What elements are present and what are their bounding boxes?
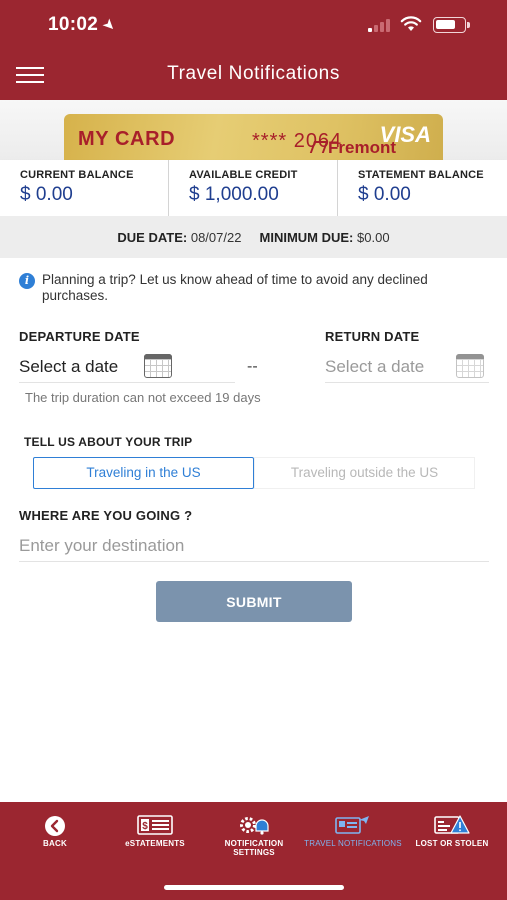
nav-estatements[interactable]: $ eSTATEMENTS [104, 802, 206, 872]
nav-estatements-label: eSTATEMENTS [125, 839, 185, 848]
battery-icon [433, 17, 470, 33]
due-date-label: DUE DATE: [117, 230, 188, 245]
info-text: Planning a trip? Let us know ahead of ti… [42, 272, 428, 303]
statement-balance: STATEMENT BALANCE $ 0.00 [337, 160, 507, 216]
departure-date-picker[interactable]: Select a date [19, 353, 235, 383]
trip-dates: DEPARTURE DATE RETURN DATE Select a date… [19, 329, 489, 409]
nav-travel-notifications[interactable]: TRAVEL NOTIFICATIONS [302, 802, 404, 872]
traveling-outside-us-option[interactable]: Traveling outside the US [254, 457, 475, 489]
calendar-icon[interactable] [456, 354, 484, 378]
status-time: 10:02➤ [48, 14, 120, 36]
due-date-value: 08/07/22 [190, 230, 242, 245]
travel-icon [335, 816, 369, 834]
destination-label: WHERE ARE YOU GOING ? [19, 508, 193, 523]
return-date-label: RETURN DATE [325, 329, 420, 344]
notification-settings-icon [240, 817, 269, 835]
date-separator: -- [247, 358, 258, 375]
statement-icon: $ [137, 815, 173, 835]
back-arrow-icon [45, 816, 65, 836]
nav-lost-or-stolen-label: LOST OR STOLEN [415, 839, 489, 848]
card-brand-text: Fremont [328, 138, 396, 157]
page-title: Travel Notifications [167, 63, 340, 84]
traveling-in-us-option[interactable]: Traveling in the US [33, 457, 254, 489]
cellular-signal-icon [368, 19, 392, 32]
credit-card-image: MY CARD **** 2064 VISA Fremont [64, 114, 443, 160]
statement-balance-value: $ 0.00 [358, 184, 411, 205]
available-credit-value: $ 1,000.00 [189, 184, 279, 205]
nav-travel-notifications-label: TRAVEL NOTIFICATIONS [304, 839, 402, 848]
current-balance: CURRENT BALANCE $ 0.00 [0, 160, 168, 216]
due-date-bar: DUE DATE: 08/07/22 MINIMUM DUE: $0.00 [0, 216, 507, 258]
balances-panel: CURRENT BALANCE $ 0.00 AVAILABLE CREDIT … [0, 160, 507, 216]
home-indicator [164, 885, 344, 890]
destination-input[interactable] [19, 530, 489, 562]
app-header: Travel Notifications [0, 50, 507, 100]
trip-type-label: TELL US ABOUT YOUR TRIP [24, 435, 193, 449]
fremont-logo: Fremont [309, 138, 396, 158]
wifi-icon [400, 16, 422, 31]
nav-notification-settings[interactable]: NOTIFICATION SETTINGS [203, 802, 305, 872]
lost-card-icon [434, 815, 470, 834]
available-credit-label: AVAILABLE CREDIT [189, 169, 298, 181]
card-area: MY CARD **** 2064 VISA Fremont [0, 100, 507, 160]
statement-balance-label: STATEMENT BALANCE [358, 169, 484, 181]
departure-date-value: Select a date [19, 357, 119, 376]
card-name: MY CARD [78, 128, 176, 150]
return-date-picker[interactable]: Select a date [325, 353, 489, 383]
nav-back-label: BACK [43, 839, 67, 848]
return-date-value: Select a date [325, 357, 425, 376]
location-arrow-icon: ➤ [98, 14, 120, 36]
svg-text:$: $ [142, 821, 148, 832]
submit-button[interactable]: SUBMIT [156, 581, 352, 622]
nav-back[interactable]: BACK [4, 802, 106, 872]
departure-date-label: DEPARTURE DATE [19, 329, 140, 344]
calendar-icon[interactable] [144, 354, 172, 378]
current-balance-label: CURRENT BALANCE [20, 169, 134, 181]
available-credit: AVAILABLE CREDIT $ 1,000.00 [168, 160, 337, 216]
minimum-due-label: MINIMUM DUE: [259, 230, 354, 245]
info-icon: i [19, 273, 35, 289]
status-time-text: 10:02 [48, 14, 99, 35]
current-balance-value: $ 0.00 [20, 184, 73, 205]
status-bar: 10:02➤ [0, 0, 507, 50]
nav-notification-settings-label: NOTIFICATION SETTINGS [224, 839, 284, 857]
nav-lost-or-stolen[interactable]: LOST OR STOLEN [401, 802, 503, 872]
trip-duration-hint: The trip duration can not exceed 19 days [25, 390, 261, 405]
minimum-due-value: $0.00 [357, 230, 390, 245]
